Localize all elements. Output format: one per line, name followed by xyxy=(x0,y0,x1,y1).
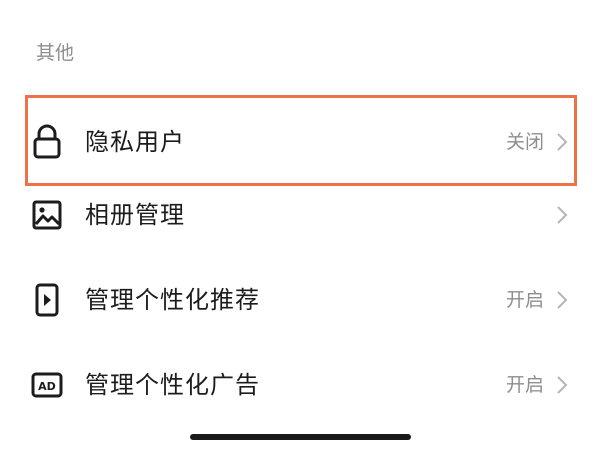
settings-row-personalized-ads[interactable]: AD 管理个性化广告 开启 xyxy=(0,343,600,427)
row-value: 开启 xyxy=(505,374,544,396)
image-icon xyxy=(30,195,64,235)
row-label: 管理个性化推荐 xyxy=(85,286,260,314)
phone-play-icon xyxy=(30,280,64,320)
settings-row-private-users[interactable]: 隐私用户 关闭 xyxy=(0,100,600,184)
svg-text:AD: AD xyxy=(38,380,56,393)
chevron-right-icon xyxy=(552,290,572,310)
chevron-right-icon xyxy=(552,132,572,152)
row-label: 相册管理 xyxy=(85,201,185,229)
settings-row-personalized-recommendations[interactable]: 管理个性化推荐 开启 xyxy=(0,258,600,342)
row-value: 开启 xyxy=(505,289,544,311)
row-label: 隐私用户 xyxy=(85,128,185,156)
row-value: 关闭 xyxy=(505,131,544,153)
section-title: 其他 xyxy=(36,42,75,64)
settings-row-album-management[interactable]: 相册管理 xyxy=(0,173,600,257)
chevron-right-icon xyxy=(552,205,572,225)
row-label: 管理个性化广告 xyxy=(85,371,260,399)
home-indicator[interactable] xyxy=(190,434,411,440)
chevron-right-icon xyxy=(552,375,572,395)
ad-icon: AD xyxy=(30,365,64,405)
lock-icon xyxy=(30,122,64,162)
